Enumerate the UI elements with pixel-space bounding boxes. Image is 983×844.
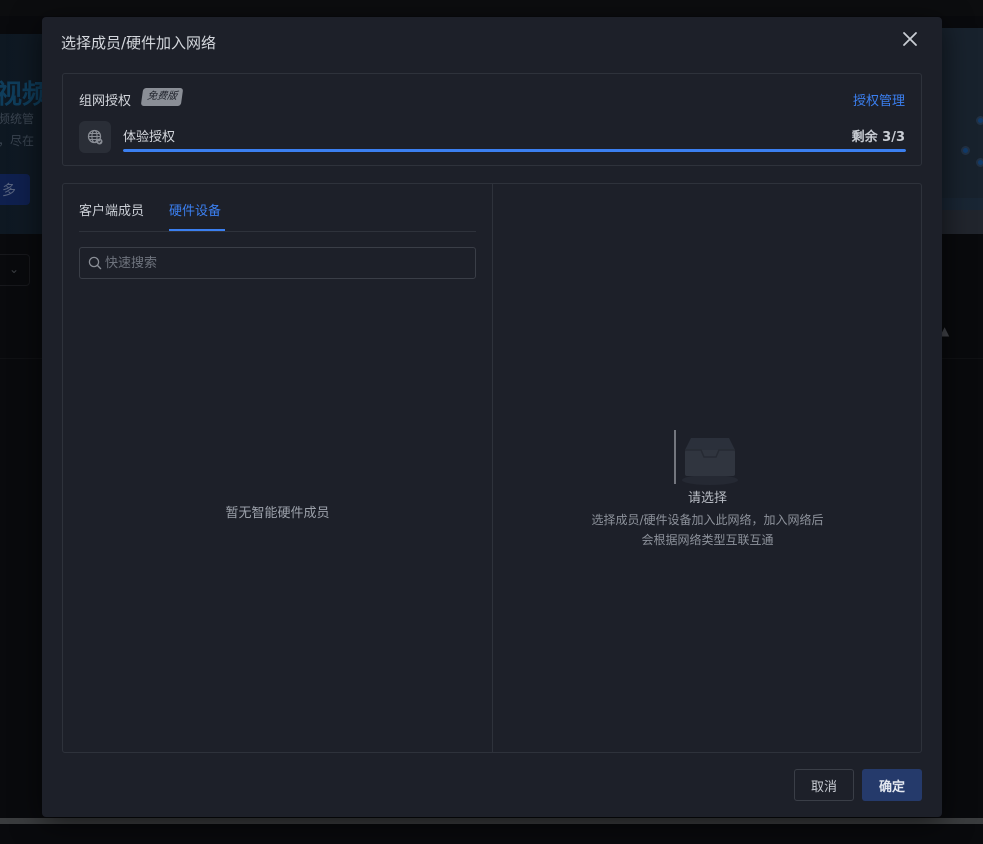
- tab-client-members[interactable]: 客户端成员: [79, 200, 144, 219]
- free-edition-badge: 免费版: [140, 88, 184, 106]
- globe-icon: [87, 129, 103, 145]
- add-to-network-dialog: 选择成员/硬件加入网络 组网授权 免费版 授权管理 体验授权 剩余 3/3 客户…: [42, 17, 942, 817]
- empty-hardware-message: 暂无智能硬件成员: [225, 506, 330, 521]
- license-progress-fill: [123, 149, 906, 152]
- search-input[interactable]: [105, 248, 465, 278]
- cancel-button[interactable]: 取消: [794, 769, 854, 801]
- close-button[interactable]: [898, 27, 922, 51]
- empty-selection-description: 选择成员/硬件设备加入此网络，加入网络后: [591, 513, 824, 527]
- license-progress-bar: [123, 149, 906, 152]
- license-section: 组网授权 免费版 授权管理 体验授权 剩余 3/3: [62, 73, 922, 166]
- license-manage-link[interactable]: 授权管理: [853, 90, 905, 109]
- empty-box-icon: [674, 430, 738, 485]
- search-box: [79, 247, 476, 279]
- trial-license-label: 体验授权: [123, 130, 176, 145]
- member-type-tabs: 客户端成员 硬件设备: [79, 184, 476, 232]
- remaining-count: 剩余 3/3: [851, 130, 905, 145]
- tab-hardware-devices[interactable]: 硬件设备: [169, 200, 221, 219]
- search-icon: [88, 256, 102, 270]
- license-label: 组网授权: [79, 94, 132, 109]
- empty-selection-title: 请选择: [687, 491, 727, 506]
- globe-icon-wrapper: [79, 121, 111, 153]
- panel-divider: [492, 184, 493, 752]
- confirm-button[interactable]: 确定: [862, 769, 922, 801]
- close-icon: [903, 32, 917, 46]
- empty-selection-description: 会根据网络类型互联互通: [641, 533, 774, 547]
- selection-panels: 客户端成员 硬件设备 暂无智能硬件成员 请选择 选择成员/硬件设备加入此网络，加…: [62, 183, 922, 753]
- dialog-title: 选择成员/硬件加入网络: [61, 34, 217, 52]
- active-tab-indicator: [169, 229, 225, 231]
